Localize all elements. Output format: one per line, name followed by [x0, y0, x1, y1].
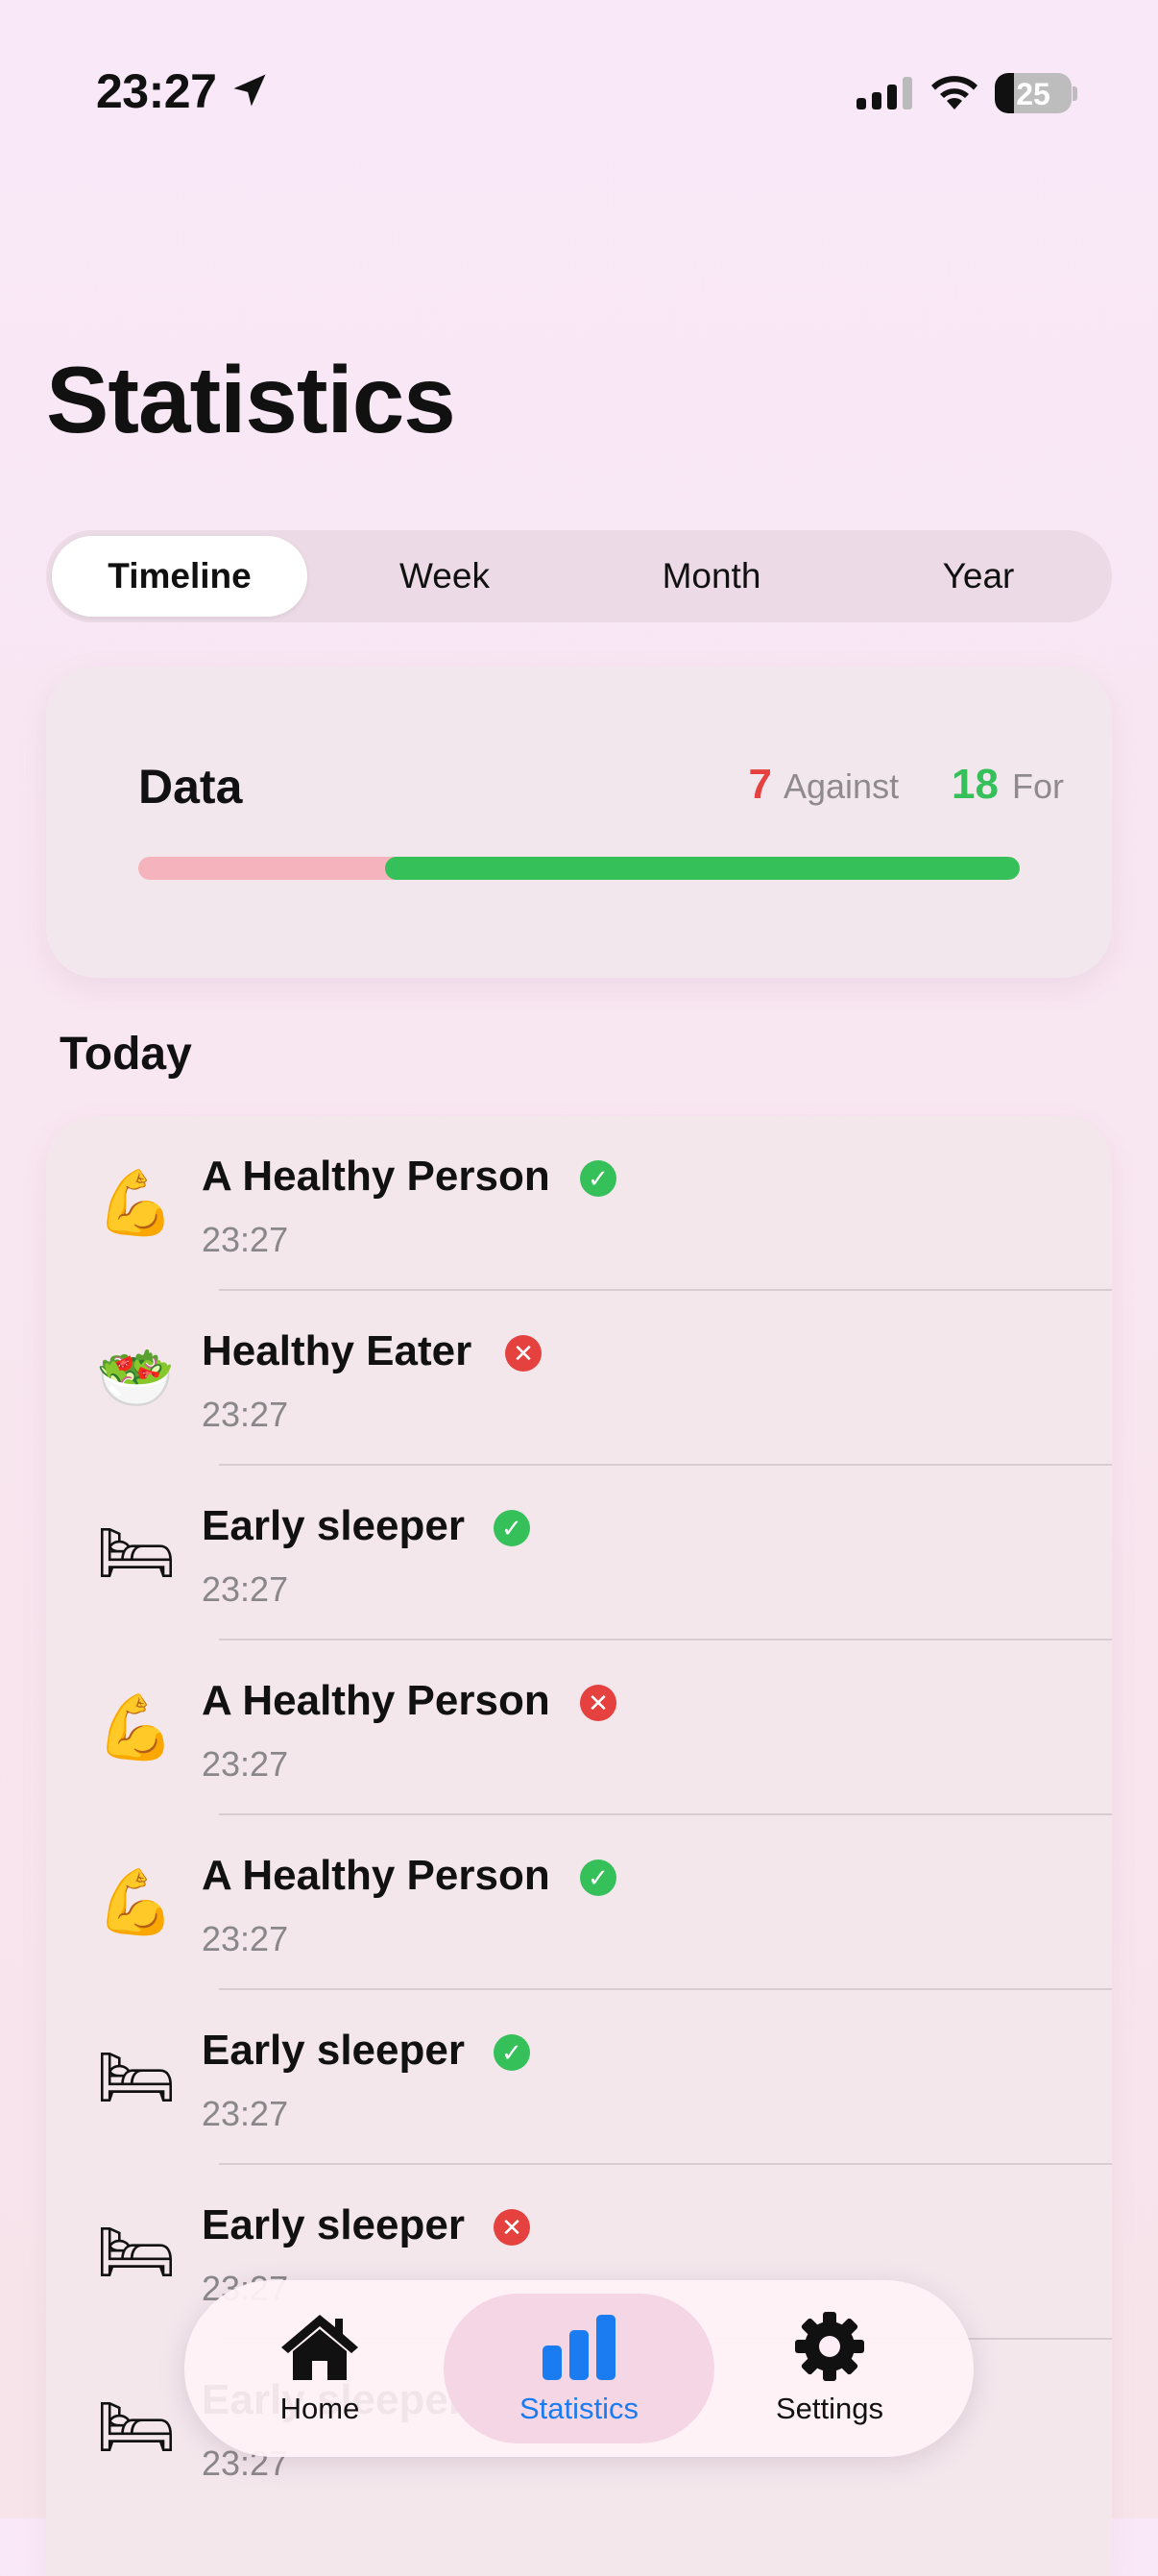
section-title-today: Today: [60, 1029, 192, 1080]
tab-settings-label: Settings: [775, 2392, 883, 2425]
bed-icon: 🛏: [96, 1517, 177, 1588]
flexed-biceps-icon: 💪: [96, 1866, 176, 1937]
battery-icon: 25: [995, 73, 1072, 113]
list-item-time: 23:27: [202, 1220, 289, 1259]
checkmark-circle-icon: ✓: [580, 1160, 616, 1197]
house-icon: [281, 2315, 358, 2380]
list-item-title: Early sleeper: [202, 1502, 465, 1549]
summary-title: Data: [138, 760, 243, 814]
for-progress-fill: [385, 857, 1020, 880]
tab-statistics-label: Statistics: [519, 2392, 639, 2425]
for-against-progress-bar: [138, 857, 1020, 880]
against-label: Against: [784, 766, 900, 806]
for-count: 18: [952, 761, 999, 808]
list-item[interactable]: 💪 A Healthy Person ✓ 23:27: [46, 1815, 1112, 1990]
summary-card: Data 7 Against 18 For: [46, 667, 1112, 978]
flexed-biceps-icon: 💪: [96, 1167, 176, 1238]
bar-chart-icon: [543, 2315, 615, 2380]
tab-settings[interactable]: Settings: [743, 2294, 916, 2443]
tab-home[interactable]: Home: [246, 2294, 394, 2443]
segment-timeline[interactable]: Timeline: [52, 536, 307, 617]
status-time: 23:27: [96, 64, 217, 118]
tab-statistics[interactable]: Statistics: [444, 2294, 714, 2443]
list-item-title: Early sleeper: [202, 2027, 465, 2074]
battery-percent: 25: [1016, 77, 1050, 111]
list-item[interactable]: 🛏 Early sleeper ✓ 23:27: [46, 1990, 1112, 2165]
segment-week[interactable]: Week: [317, 536, 572, 617]
salad-icon: 🥗: [96, 1342, 176, 1413]
list-item-title: Early sleeper: [202, 2201, 465, 2248]
list-item[interactable]: 💪 A Healthy Person ✕ 23:27: [46, 1640, 1112, 1815]
list-item-time: 23:27: [202, 1919, 289, 1958]
list-item-title: A Healthy Person: [202, 1852, 550, 1899]
x-circle-icon: ✕: [494, 2209, 530, 2246]
x-circle-icon: ✕: [580, 1685, 616, 1721]
checkmark-circle-icon: ✓: [494, 2034, 530, 2071]
against-count: 7: [748, 761, 772, 808]
tab-home-label: Home: [279, 2392, 360, 2425]
page-title: Statistics: [46, 347, 456, 452]
gear-icon: [795, 2312, 864, 2381]
list-item-title: A Healthy Person: [202, 1677, 550, 1724]
list-item-title: A Healthy Person: [202, 1153, 550, 1200]
list-item-time: 23:27: [202, 2094, 289, 2133]
checkmark-circle-icon: ✓: [580, 1859, 616, 1896]
bed-icon: 🛏: [96, 2391, 177, 2462]
cellular-signal-icon: [856, 77, 912, 109]
status-bar: 23:27 25: [0, 0, 1158, 182]
for-label: For: [1012, 766, 1064, 806]
tab-bar: Home Statistics Settings: [184, 2280, 974, 2457]
location-arrow-icon: [233, 74, 266, 107]
segment-year[interactable]: Year: [851, 536, 1106, 617]
list-item-title: Healthy Eater: [202, 1327, 472, 1374]
list-item-time: 23:27: [202, 1569, 289, 1609]
list-item[interactable]: 🛏 Early sleeper ✓ 23:27: [46, 1466, 1112, 1640]
list-item[interactable]: 🥗 Healthy Eater ✕ 23:27: [46, 1291, 1112, 1466]
list-item-time: 23:27: [202, 1395, 289, 1434]
bed-icon: 🛏: [96, 2041, 177, 2112]
segment-month[interactable]: Month: [584, 536, 839, 617]
list-item[interactable]: 💪 A Healthy Person ✓ 23:27: [46, 1116, 1112, 1291]
checkmark-circle-icon: ✓: [494, 1510, 530, 1546]
wifi-icon: [931, 76, 977, 109]
battery-cap: [1073, 86, 1077, 101]
flexed-biceps-icon: 💪: [96, 1691, 176, 1762]
bed-icon: 🛏: [96, 2216, 177, 2287]
x-circle-icon: ✕: [505, 1335, 542, 1372]
period-segmented-control: Timeline Week Month Year: [46, 530, 1112, 622]
list-item-time: 23:27: [202, 1744, 289, 1784]
